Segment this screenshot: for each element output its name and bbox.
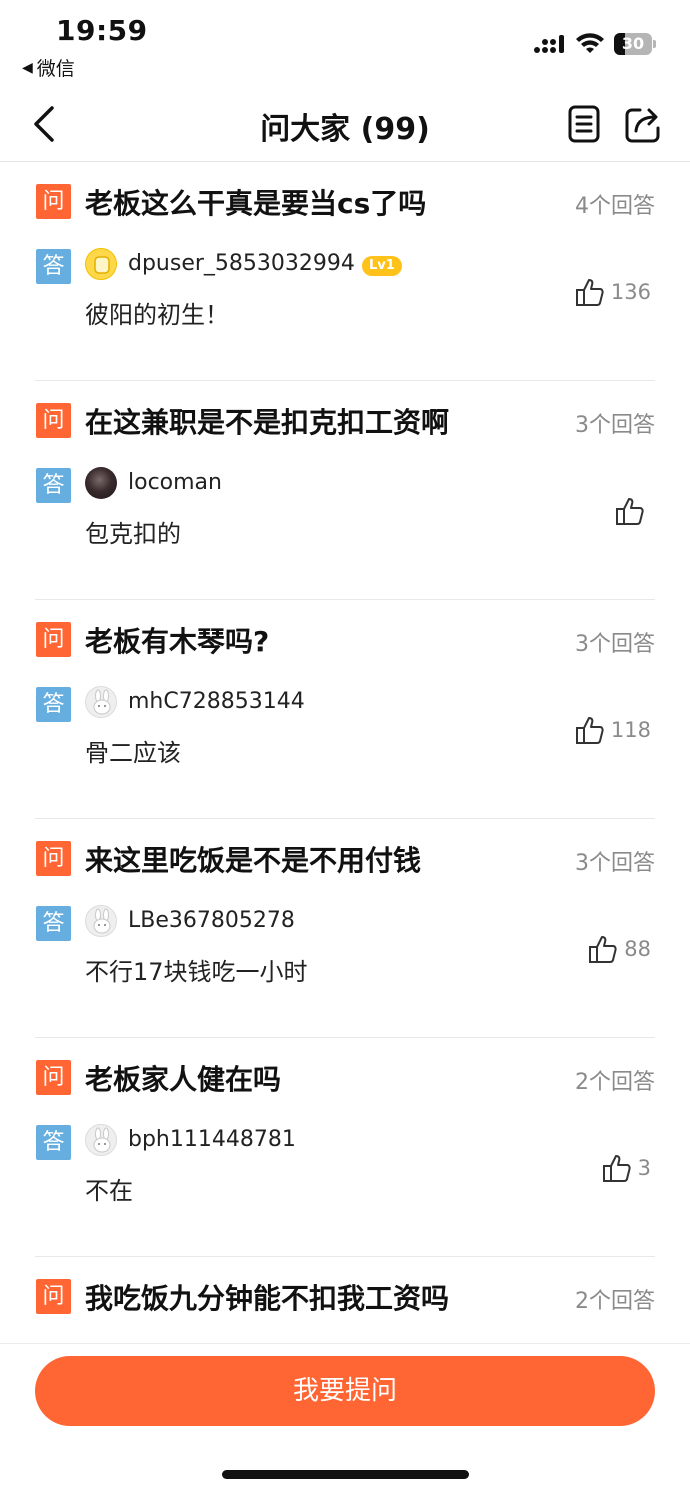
battery-level: 30 bbox=[621, 34, 645, 53]
username[interactable]: LBe367805278 bbox=[128, 908, 295, 933]
qa-list[interactable]: 问 老板这么干真是要当cs了吗 4个回答 答 dpuser_5853032994… bbox=[0, 162, 690, 1342]
thumbs-up-icon bbox=[602, 1155, 631, 1182]
answer-text: 彼阳的初生！ bbox=[85, 301, 229, 329]
share-icon[interactable] bbox=[622, 104, 662, 144]
question-badge: 问 bbox=[36, 1060, 71, 1095]
bunny-avatar-icon bbox=[93, 689, 111, 715]
question-badge: 问 bbox=[36, 841, 71, 876]
question-text: 来这里吃饭是不是不用付钱 bbox=[85, 844, 422, 877]
username[interactable]: mhC728853144 bbox=[128, 689, 305, 714]
status-time: 19:59 bbox=[56, 14, 148, 47]
question-text: 老板这么干真是要当cs了吗 bbox=[85, 187, 427, 220]
question-badge: 问 bbox=[36, 1279, 71, 1314]
answer-badge: 答 bbox=[36, 249, 71, 284]
question-text: 老板家人健在吗 bbox=[85, 1063, 282, 1096]
answer-text: 不在 bbox=[85, 1177, 133, 1205]
answer-count: 2个回答 bbox=[575, 1070, 655, 1095]
thumbs-up-icon bbox=[589, 936, 617, 963]
like-button[interactable]: 136 bbox=[575, 276, 651, 308]
thumbs-up-icon bbox=[575, 717, 604, 744]
thumbs-up-icon bbox=[616, 498, 644, 525]
answer-count: 2个回答 bbox=[575, 1289, 655, 1314]
like-count: 118 bbox=[610, 718, 651, 742]
user-avatar[interactable] bbox=[85, 1124, 117, 1156]
cellular-signal-icon bbox=[534, 35, 564, 53]
username[interactable]: dpuser_5853032994 bbox=[128, 251, 355, 276]
qa-item[interactable]: 问 老板有木琴吗? 3个回答 答 mhC728853144 骨二应该 118 bbox=[35, 600, 655, 819]
battery-icon: 30 bbox=[614, 33, 656, 55]
question-badge: 问 bbox=[36, 403, 71, 438]
thumbs-up-icon bbox=[575, 279, 604, 306]
bunny-avatar-icon bbox=[93, 1127, 111, 1153]
qa-item[interactable]: 问 来这里吃饭是不是不用付钱 3个回答 答 LBe367805278 不行17块… bbox=[35, 819, 655, 1038]
qa-item[interactable]: 问 在这兼职是不是扣克扣工资啊 3个回答 答 locoman 包克扣的 bbox=[35, 381, 655, 600]
question-badge: 问 bbox=[36, 184, 71, 219]
like-count: 88 bbox=[624, 937, 651, 961]
home-indicator[interactable] bbox=[222, 1470, 469, 1479]
user-avatar[interactable] bbox=[85, 686, 117, 718]
question-text: 老板有木琴吗? bbox=[85, 625, 270, 658]
answer-text: 骨二应该 bbox=[85, 739, 181, 767]
answer-count: 3个回答 bbox=[575, 413, 655, 438]
back-triangle-icon: ◀ bbox=[22, 59, 33, 76]
bottom-bar: 我要提问 bbox=[0, 1343, 690, 1493]
status-bar: 19:59 ◀ 微信 30 bbox=[0, 0, 690, 88]
question-badge: 问 bbox=[36, 622, 71, 657]
username[interactable]: locoman bbox=[128, 470, 222, 495]
bunny-avatar-icon bbox=[93, 908, 111, 934]
answer-count: 4个回答 bbox=[575, 194, 655, 219]
like-button[interactable]: 3 bbox=[602, 1152, 651, 1184]
like-count: 3 bbox=[637, 1156, 651, 1180]
ask-question-button[interactable]: 我要提问 bbox=[35, 1356, 655, 1426]
qa-item[interactable]: 问 老板这么干真是要当cs了吗 4个回答 答 dpuser_5853032994… bbox=[35, 162, 655, 381]
answer-text: 包克扣的 bbox=[85, 520, 181, 548]
nav-bar: 问大家 (99) bbox=[0, 88, 690, 162]
document-icon[interactable] bbox=[566, 104, 602, 144]
user-avatar[interactable] bbox=[85, 248, 117, 280]
back-to-app-link[interactable]: ◀ 微信 bbox=[22, 54, 75, 81]
back-app-label: 微信 bbox=[36, 58, 75, 80]
like-button[interactable]: 118 bbox=[575, 714, 651, 746]
answer-badge: 答 bbox=[36, 468, 71, 503]
answer-count: 3个回答 bbox=[575, 851, 655, 876]
answer-badge: 答 bbox=[36, 906, 71, 941]
like-button[interactable] bbox=[615, 495, 651, 527]
question-text: 我吃饭九分钟能不扣我工资吗 bbox=[85, 1282, 450, 1315]
like-button[interactable]: 88 bbox=[588, 933, 651, 965]
like-count: 136 bbox=[610, 280, 651, 304]
answer-badge: 答 bbox=[36, 1125, 71, 1160]
answer-count: 3个回答 bbox=[575, 632, 655, 657]
qa-item[interactable]: 问 我吃饭九分钟能不扣我工资吗 2个回答 答 bbox=[35, 1257, 655, 1342]
username[interactable]: bph111448781 bbox=[128, 1127, 296, 1152]
user-avatar[interactable] bbox=[85, 467, 117, 499]
answer-badge: 答 bbox=[36, 687, 71, 722]
level-badge: Lv1 bbox=[362, 256, 402, 276]
yellow-avatar-icon bbox=[94, 256, 110, 274]
user-avatar[interactable] bbox=[85, 905, 117, 937]
question-text: 在这兼职是不是扣克扣工资啊 bbox=[85, 406, 450, 439]
wifi-icon bbox=[576, 33, 604, 53]
answer-text: 不行17块钱吃一小时 bbox=[85, 958, 308, 986]
qa-item[interactable]: 问 老板家人健在吗 2个回答 答 bph111448781 不在 3 bbox=[35, 1038, 655, 1257]
